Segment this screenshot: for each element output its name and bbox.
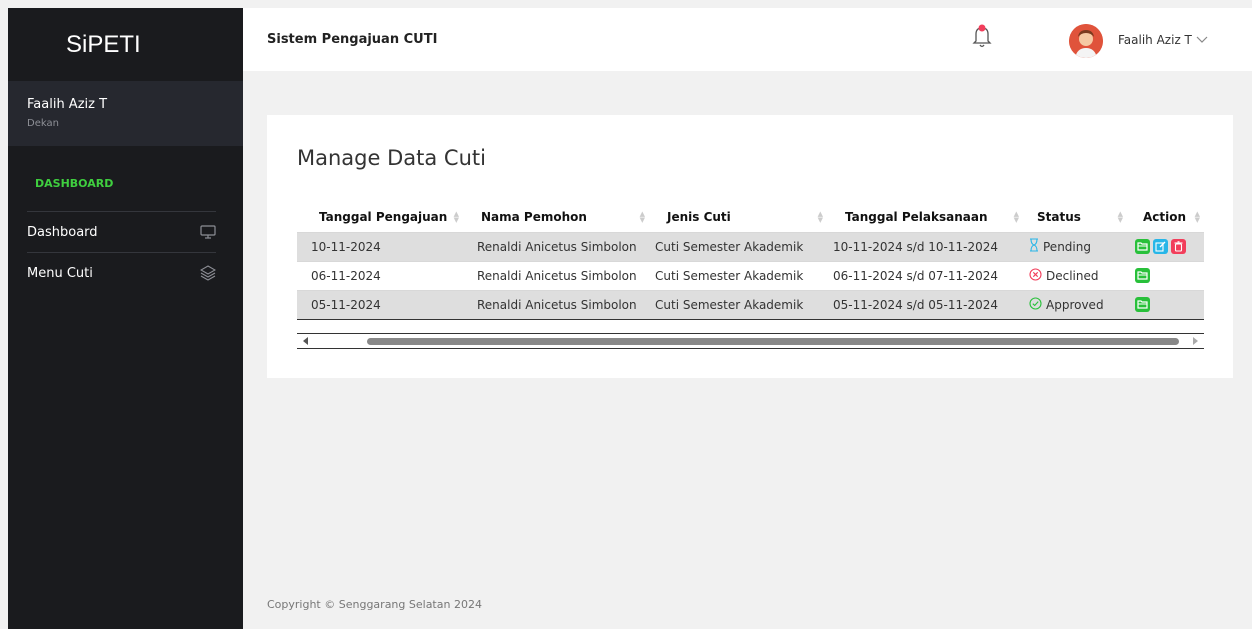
sort-icon: ▲ ▼ [639, 210, 645, 224]
cell-action [1127, 260, 1204, 290]
cell-nama-pemohon: Renaldi Anicetus Simbolon [463, 260, 649, 290]
cell-jenis-cuti: Cuti Semester Akademik [649, 289, 827, 320]
trash-icon [1174, 241, 1183, 252]
cell-tanggal-pelaksanaan: 10-11-2024 s/d 10-11-2024 [827, 231, 1023, 261]
view-button[interactable] [1135, 239, 1150, 254]
sidebar-item-dashboard[interactable]: Dashboard [27, 211, 216, 252]
chevron-down-icon [1196, 33, 1208, 47]
check-circle-icon [1029, 296, 1042, 313]
scroll-thumb[interactable] [367, 338, 1179, 345]
cell-tanggal-pelaksanaan: 05-11-2024 s/d 05-11-2024 [827, 289, 1023, 320]
page-title: Manage Data Cuti [297, 146, 486, 170]
cell-nama-pemohon: Renaldi Anicetus Simbolon [463, 289, 649, 320]
column-header[interactable]: Status ▲ ▼ [1023, 202, 1127, 232]
column-header[interactable]: Tanggal Pelaksanaan ▲ ▼ [827, 202, 1023, 232]
horizontal-scrollbar[interactable] [297, 333, 1204, 349]
sidebar-item-label: Dashboard [27, 224, 98, 240]
sidebar-item-menu-cuti[interactable]: Menu Cuti [27, 252, 216, 293]
user-menu[interactable]: Faalih Aziz T [1118, 33, 1208, 47]
cell-status: Approved [1023, 289, 1127, 320]
sidebar-item-label: Menu Cuti [27, 265, 93, 281]
sort-icon: ▲ ▼ [1194, 210, 1200, 224]
brand-logo[interactable]: SiPETI [8, 8, 243, 81]
sort-icon: ▲ ▼ [1013, 210, 1019, 224]
column-header[interactable]: Tanggal Pengajuan ▲ ▼ [297, 202, 463, 232]
cell-tanggal-pengajuan: 06-11-2024 [297, 260, 463, 290]
status-badge: Declined [1046, 268, 1099, 283]
avatar[interactable] [1069, 24, 1103, 58]
user-menu-name: Faalih Aziz T [1118, 33, 1192, 47]
sidebar-user-name: Faalih Aziz T [27, 97, 108, 112]
monitor-icon [200, 224, 216, 240]
footer-copyright: Copyright © Senggarang Selatan 2024 [267, 598, 482, 611]
edit-button[interactable] [1153, 239, 1168, 254]
folder-icon [1137, 300, 1148, 309]
layers-icon [200, 265, 216, 281]
column-header[interactable]: Nama Pemohon ▲ ▼ [463, 202, 649, 232]
data-table: Tanggal Pengajuan ▲ ▼ Nama Pemohon ▲ ▼ Jenis… [297, 202, 1204, 320]
table-row: 06-11-2024 Renaldi Anicetus Simbolon Cut… [297, 260, 1204, 290]
cell-action [1127, 289, 1204, 320]
view-button[interactable] [1135, 297, 1150, 312]
cell-status: Declined [1023, 260, 1127, 290]
delete-button[interactable] [1171, 239, 1186, 254]
sidebar-user-panel: Faalih Aziz T Dekan [8, 81, 243, 146]
sort-icon: ▲ ▼ [817, 210, 823, 224]
column-header[interactable]: Jenis Cuti ▲ ▼ [649, 202, 827, 232]
status-badge: Approved [1046, 297, 1104, 312]
sort-icon: ▲ ▼ [1117, 210, 1123, 224]
bell-icon[interactable] [972, 23, 992, 49]
table-row: 05-11-2024 Renaldi Anicetus Simbolon Cut… [297, 289, 1204, 320]
folder-icon [1137, 271, 1148, 280]
cell-tanggal-pelaksanaan: 06-11-2024 s/d 07-11-2024 [827, 260, 1023, 290]
column-header[interactable]: Action ▲ ▼ [1127, 202, 1204, 232]
cell-action [1127, 231, 1204, 261]
scroll-left-arrow-icon[interactable] [303, 337, 308, 345]
edit-icon [1155, 241, 1166, 252]
data-table-wrapper: Tanggal Pengajuan ▲ ▼ Nama Pemohon ▲ ▼ Jenis… [297, 202, 1204, 349]
cell-jenis-cuti: Cuti Semester Akademik [649, 260, 827, 290]
table-row: 10-11-2024 Renaldi Anicetus Simbolon Cut… [297, 231, 1204, 261]
cell-tanggal-pengajuan: 10-11-2024 [297, 231, 463, 261]
cell-status: Pending [1023, 231, 1127, 261]
app-title: Sistem Pengajuan CUTI [267, 32, 438, 47]
folder-icon [1137, 242, 1148, 251]
sort-icon: ▲ ▼ [453, 210, 459, 224]
hourglass-icon [1029, 238, 1039, 255]
sidebar-section-title: DASHBOARD [35, 177, 114, 190]
top-header: Sistem Pengajuan CUTI Faalih Aziz T [243, 8, 1252, 71]
view-button[interactable] [1135, 268, 1150, 283]
cell-jenis-cuti: Cuti Semester Akademik [649, 231, 827, 261]
sidebar: SiPETI Faalih Aziz T Dekan DASHBOARD Das… [8, 8, 243, 629]
cell-nama-pemohon: Renaldi Anicetus Simbolon [463, 231, 649, 261]
x-circle-icon [1029, 267, 1042, 284]
cell-tanggal-pengajuan: 05-11-2024 [297, 289, 463, 320]
main-card: Manage Data Cuti Tanggal Pengajuan ▲ ▼ Nam… [267, 115, 1233, 378]
status-badge: Pending [1043, 239, 1091, 254]
sidebar-user-role: Dekan [27, 118, 59, 129]
scroll-right-arrow-icon[interactable] [1193, 337, 1198, 345]
